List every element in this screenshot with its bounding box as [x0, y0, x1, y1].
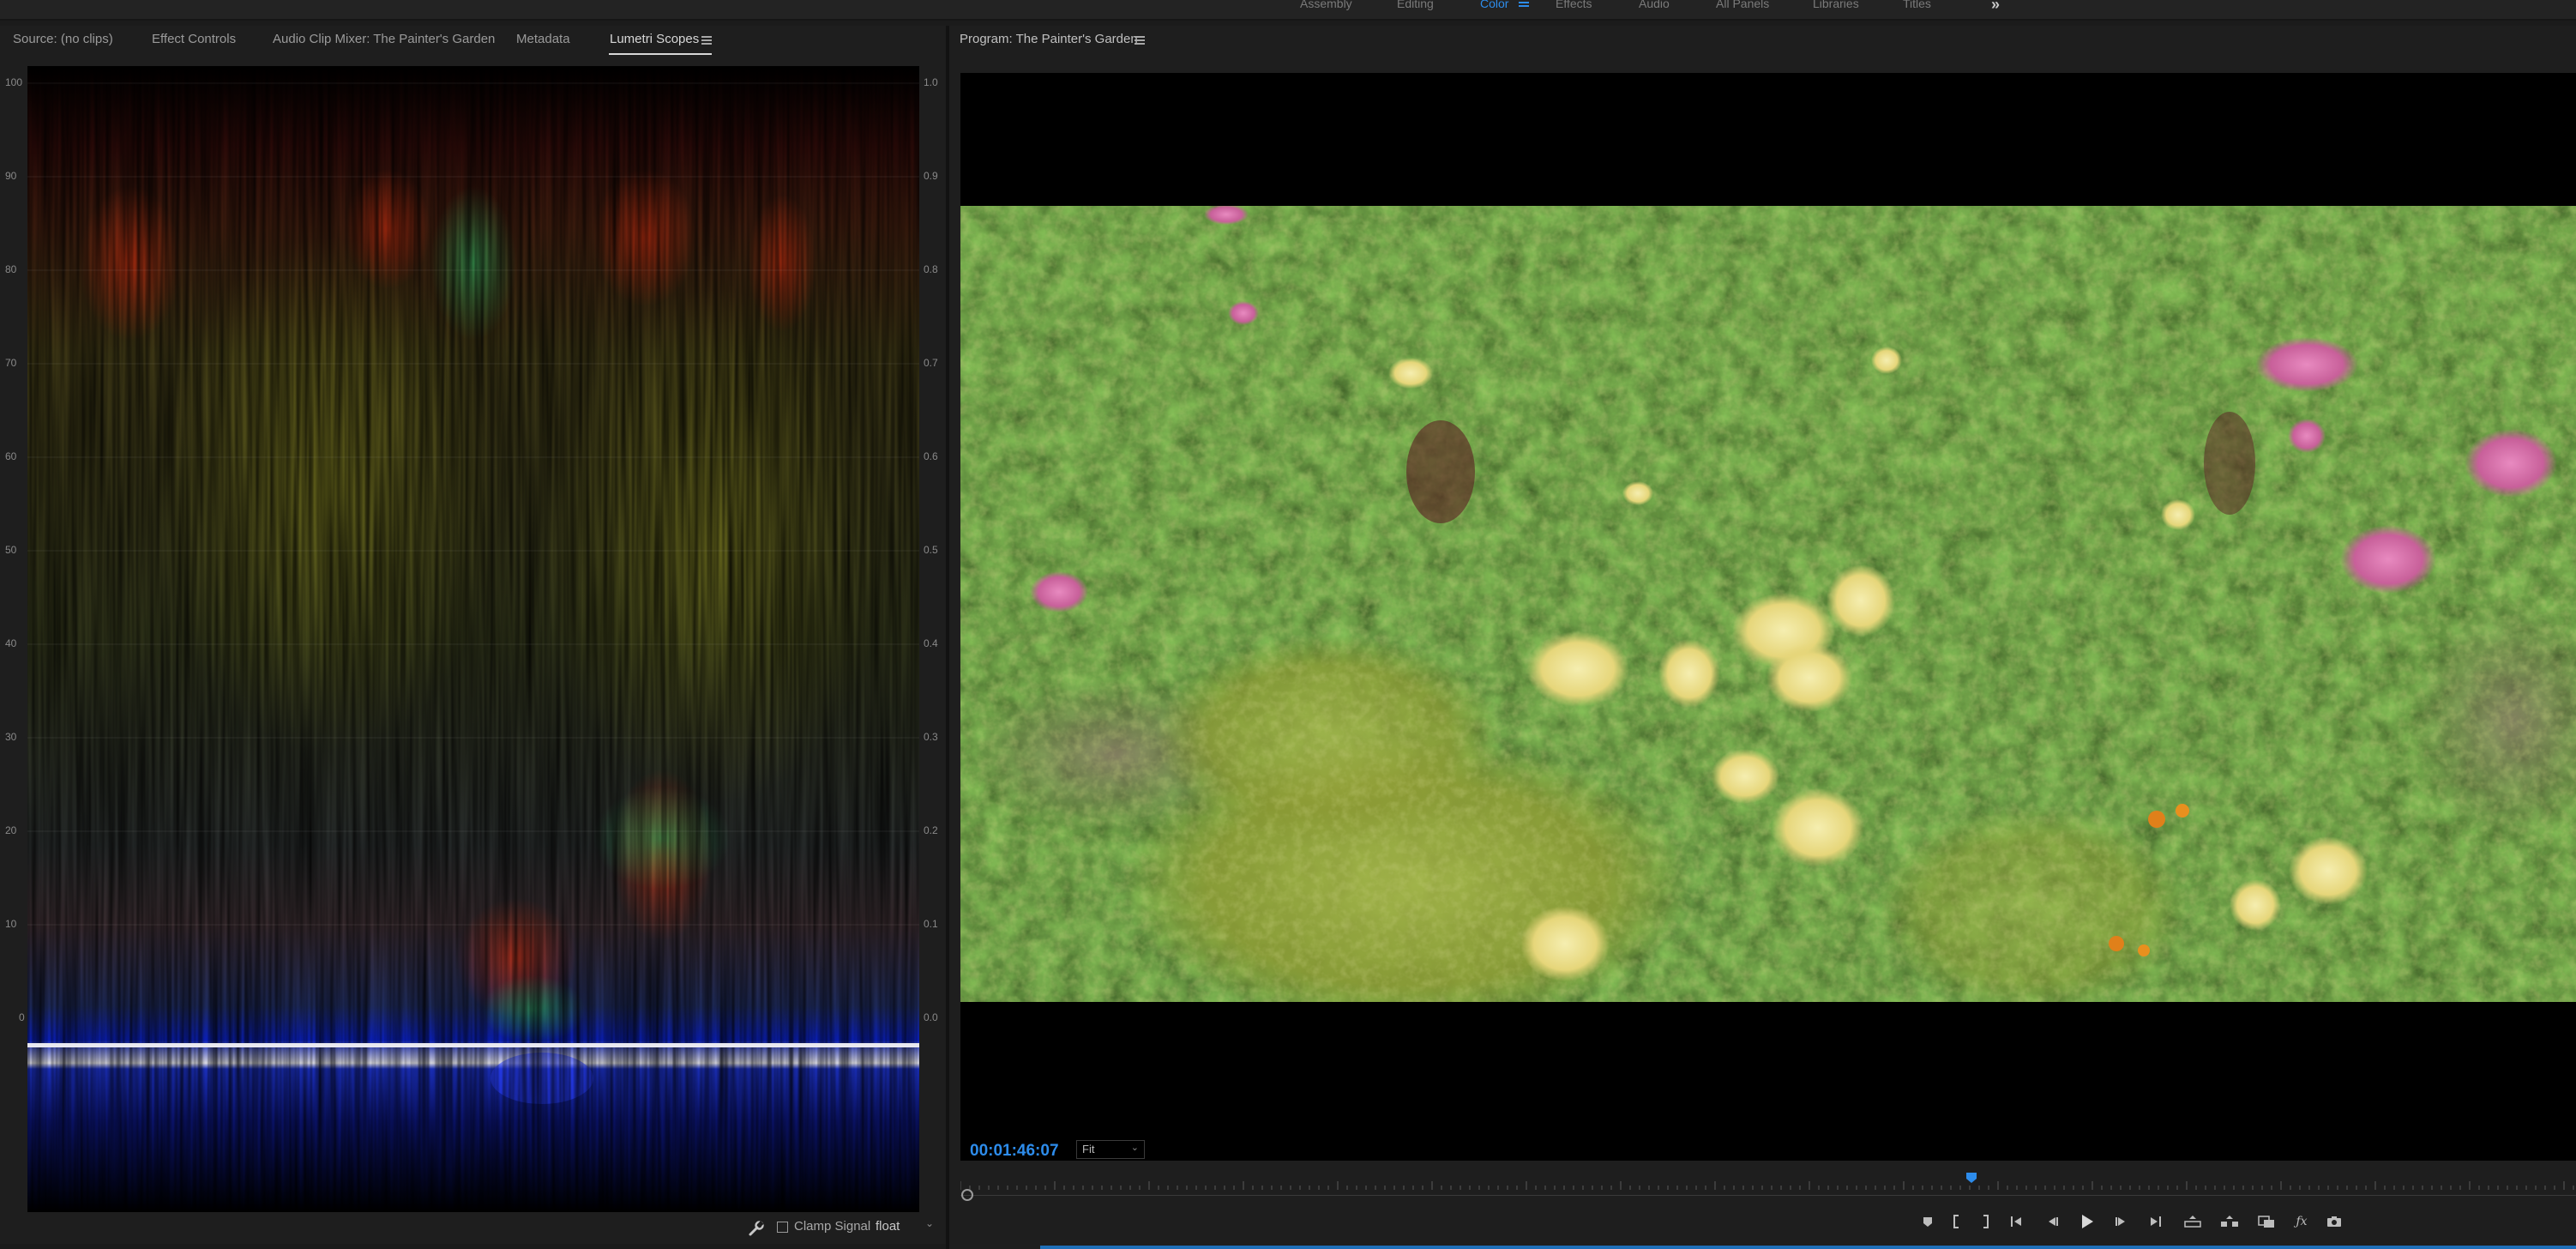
- extract-icon[interactable]: [2218, 1210, 2242, 1234]
- workspace-menu-icon[interactable]: [1519, 0, 1529, 8]
- axis-tick-label: 100: [5, 76, 23, 88]
- mark-in-icon[interactable]: [1945, 1210, 1969, 1234]
- playhead-icon[interactable]: [1966, 1173, 1977, 1183]
- transport-controls: ƒx: [949, 1210, 2576, 1244]
- chevron-down-icon: ⌄: [1130, 1143, 1139, 1153]
- axis-tick-label: 1.0: [924, 76, 938, 88]
- waveform-plot: [27, 66, 919, 1212]
- panel-menu-icon[interactable]: [701, 36, 712, 45]
- lumetri-scopes-panel: Source: (no clips) Effect Controls Audio…: [0, 26, 946, 1244]
- chevron-down-icon: ⌄: [924, 1217, 934, 1229]
- lift-icon[interactable]: [2181, 1210, 2205, 1234]
- scrub-bar[interactable]: [960, 1195, 2576, 1196]
- axis-tick-label: 0.1: [924, 918, 938, 930]
- fx-icon[interactable]: ƒx: [2290, 1210, 2314, 1234]
- zoom-level-select[interactable]: Fit ⌄: [1076, 1140, 1145, 1159]
- comparison-view-icon[interactable]: [2254, 1210, 2278, 1234]
- axis-tick-label: 0.2: [924, 824, 938, 836]
- workspace-tab-assembly[interactable]: Assembly: [1300, 0, 1352, 10]
- timecode-display[interactable]: 00:01:46:07: [970, 1142, 1059, 1161]
- camera-icon[interactable]: [2322, 1210, 2346, 1234]
- workspace-bar: Assembly Editing Color Effects Audio All…: [0, 0, 2576, 21]
- garden-footage: [960, 206, 2576, 1002]
- axis-tick-label: 50: [5, 544, 17, 556]
- tab-audio-clip-mixer[interactable]: Audio Clip Mixer: The Painter's Garden: [273, 32, 495, 46]
- axis-tick-label: 0.8: [924, 263, 938, 275]
- tab-lumetri-scopes[interactable]: Lumetri Scopes: [610, 32, 699, 46]
- zoom-level-value: Fit: [1082, 1143, 1095, 1155]
- wrench-icon[interactable]: [748, 1220, 765, 1237]
- go-to-in-icon[interactable]: [2006, 1210, 2030, 1234]
- step-forward-icon[interactable]: [2109, 1210, 2133, 1234]
- scope-footer: Clamp Signal float ⌄: [0, 1211, 946, 1244]
- panel-focus-indicator: [1040, 1246, 2576, 1249]
- step-back-icon[interactable]: [2041, 1210, 2065, 1234]
- axis-tick-label: 0.0: [924, 1011, 938, 1023]
- workspace-tab-audio[interactable]: Audio: [1639, 0, 1670, 10]
- program-video-frame[interactable]: [960, 73, 2576, 1161]
- axis-tick-label: 0.3: [924, 731, 938, 743]
- axis-tick-label: 70: [5, 357, 17, 369]
- axis-tick-label: 60: [5, 450, 17, 462]
- add-marker-icon[interactable]: [1916, 1210, 1940, 1234]
- clamp-signal-label: Clamp Signal: [794, 1219, 871, 1234]
- bit-depth-select[interactable]: float ⌄: [876, 1217, 934, 1234]
- program-monitor-panel: Program: The Painter's Garden 00:01:46:0…: [949, 26, 2576, 1249]
- axis-tick-label: 90: [5, 170, 17, 182]
- double-chevron-right-icon[interactable]: »: [1991, 0, 2000, 14]
- axis-tick-label: 0.9: [924, 170, 938, 182]
- workspace-tab-color[interactable]: Color: [1480, 0, 1508, 10]
- panel-menu-icon[interactable]: [1135, 36, 1145, 45]
- workspace-tab-editing[interactable]: Editing: [1397, 0, 1434, 10]
- play-icon[interactable]: [2075, 1210, 2099, 1234]
- axis-tick-label: 10: [5, 918, 17, 930]
- axis-tick-label: 40: [5, 637, 17, 649]
- axis-tick-label: 0.4: [924, 637, 938, 649]
- axis-tick-label: 0.6: [924, 450, 938, 462]
- program-monitor-title[interactable]: Program: The Painter's Garden: [960, 32, 1138, 46]
- waveform-scope: [27, 66, 919, 1212]
- axis-tick-label: 30: [5, 731, 17, 743]
- tab-effect-controls[interactable]: Effect Controls: [152, 32, 236, 46]
- mark-out-icon[interactable]: [1973, 1210, 1997, 1234]
- go-to-out-icon[interactable]: [2142, 1210, 2166, 1234]
- tab-source[interactable]: Source: (no clips): [13, 32, 113, 46]
- timeline-ruler[interactable]: [960, 1169, 2576, 1195]
- workspace-tab-libraries[interactable]: Libraries: [1813, 0, 1859, 10]
- tab-metadata[interactable]: Metadata: [516, 32, 570, 46]
- axis-tick-label: 0.5: [924, 544, 938, 556]
- axis-tick-label: 20: [5, 824, 17, 836]
- workspace-tab-effects[interactable]: Effects: [1556, 0, 1592, 10]
- active-tab-indicator: [609, 53, 712, 55]
- video-frame-image: [960, 206, 2576, 1002]
- axis-tick-label: 0.7: [924, 357, 938, 369]
- axis-tick-label: 80: [5, 263, 17, 275]
- workspace-tab-all-panels[interactable]: All Panels: [1716, 0, 1769, 10]
- workspace-tab-titles[interactable]: Titles: [1903, 0, 1931, 10]
- clamp-signal-checkbox[interactable]: [777, 1222, 788, 1233]
- zoom-handle-icon[interactable]: [961, 1189, 973, 1201]
- bit-depth-value: float: [876, 1219, 900, 1234]
- axis-tick-label: 0: [19, 1011, 25, 1023]
